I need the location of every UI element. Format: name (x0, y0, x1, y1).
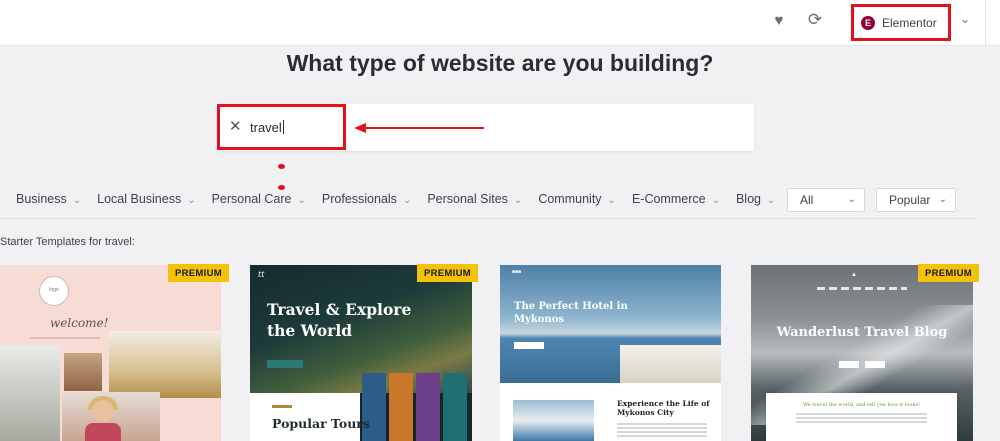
top-bar: ♥ ⟳ E Elementor ⌄ (0, 0, 1000, 46)
chevron-down-icon: ⌄ (607, 195, 616, 206)
premium-badge: PREMIUM (918, 264, 979, 282)
category-personal-sites[interactable]: Personal Sites ⌄ (427, 192, 522, 206)
topbar-divider (985, 0, 986, 46)
chevron-down-icon: ⌄ (766, 195, 776, 206)
template-card[interactable]: tt Travel & Explore the World Popular To… (250, 265, 472, 441)
text-placeholder (796, 413, 927, 423)
category-label: Personal Care (211, 192, 292, 206)
text-placeholder (272, 405, 292, 408)
category-e-commerce[interactable]: E-Commerce ⌄ (632, 192, 720, 206)
type-filter-select[interactable]: All ⌄ (787, 188, 865, 212)
elementor-logo-icon: E (861, 15, 875, 30)
category-label: Community (538, 192, 602, 206)
site-logo-icon: ■■■ (512, 269, 522, 275)
chevron-down-icon: ⌄ (711, 195, 720, 206)
premium-badge: PREMIUM (417, 264, 478, 282)
chevron-down-icon: ⌄ (72, 195, 82, 206)
text-placeholder (30, 337, 100, 339)
template-cta-button (514, 342, 544, 349)
chevron-down-icon: ⌄ (187, 195, 196, 206)
template-welcome-text: welcome! (50, 316, 109, 330)
tour-poster (443, 373, 467, 441)
template-nav (817, 287, 907, 290)
page-title: What type of website are you building? (286, 50, 714, 76)
category-label: E-Commerce (631, 192, 706, 206)
template-title: Travel & Explore the World (267, 300, 412, 340)
person-image (92, 400, 114, 422)
template-photo (0, 345, 60, 441)
template-title: Wanderlust Travel Blog (776, 325, 948, 340)
annotation-dot-icon (278, 164, 285, 169)
sort-value: Popular (889, 193, 931, 207)
category-nav: Business ⌄ Local Business ⌄ Personal Care ⌄… (16, 192, 791, 206)
chevron-down-icon: ⌄ (297, 195, 306, 206)
tour-poster (416, 373, 440, 441)
sort-select[interactable]: Popular ⌄ (876, 188, 956, 212)
text-cursor (282, 120, 284, 134)
category-professionals[interactable]: Professionals ⌄ (322, 192, 411, 206)
person-image (85, 423, 121, 441)
annotation-dot-icon (278, 185, 285, 190)
site-logo-icon: logo (39, 276, 69, 306)
template-cta-button (865, 361, 885, 368)
search-input[interactable]: travel (250, 120, 284, 135)
chevron-down-icon[interactable]: ⌄ (960, 12, 970, 26)
template-subtitle: Experience the Life of Mykonos City (617, 399, 710, 417)
template-photo (513, 400, 594, 441)
page-builder-selector[interactable]: E Elementor (851, 4, 951, 41)
sync-icon[interactable]: ⟳ (805, 10, 825, 30)
category-label: Local Business (97, 192, 182, 206)
close-icon[interactable]: ✕ (229, 119, 242, 135)
category-label: Professionals (321, 192, 397, 206)
chevron-down-icon: ⌄ (513, 195, 523, 206)
page-builder-label: Elementor (882, 15, 937, 30)
annotation-arrow-icon (354, 123, 484, 133)
template-card[interactable]: ■■■ The Perfect Hotel in Mykonos Experie… (500, 265, 721, 441)
category-blog[interactable]: Blog ⌄ (736, 192, 775, 206)
chevron-down-icon: ⌄ (847, 194, 856, 205)
category-personal-care[interactable]: Personal Care ⌄ (212, 192, 306, 206)
template-section-title: Popular Tours (272, 416, 370, 431)
text-placeholder (617, 423, 707, 437)
template-tagline: We travel the world, and tell you how it… (803, 402, 920, 408)
tour-poster (389, 373, 413, 441)
category-label: Blog (735, 192, 761, 206)
template-card[interactable]: logo welcome! (0, 265, 221, 441)
divider (0, 218, 975, 219)
results-label: Starter Templates for travel: (0, 236, 135, 248)
site-logo-icon: tt (258, 270, 265, 279)
template-cta-button (267, 360, 303, 368)
type-filter-value: All (800, 193, 814, 207)
template-cta-button (839, 361, 859, 368)
template-photo (620, 345, 721, 383)
category-label: Business (16, 192, 67, 206)
template-content-box: We travel the world, and tell you how it… (766, 393, 957, 441)
template-photo (64, 353, 102, 391)
heart-icon[interactable]: ♥ (769, 10, 789, 30)
site-logo-icon: ▲ (851, 272, 857, 278)
template-card[interactable]: ▲ Wanderlust Travel Blog We travel the w… (751, 265, 973, 441)
search-input-value: travel (250, 120, 282, 135)
category-business[interactable]: Business ⌄ (16, 192, 81, 206)
chevron-down-icon: ⌄ (402, 195, 412, 206)
template-photo (109, 331, 221, 398)
category-local-business[interactable]: Local Business ⌄ (97, 192, 195, 206)
template-title: The Perfect Hotel in Mykonos (514, 301, 628, 325)
chevron-down-icon: ⌄ (938, 194, 947, 205)
premium-badge: PREMIUM (168, 264, 229, 282)
category-community[interactable]: Community ⌄ (538, 192, 616, 206)
category-label: Personal Sites (427, 192, 508, 206)
